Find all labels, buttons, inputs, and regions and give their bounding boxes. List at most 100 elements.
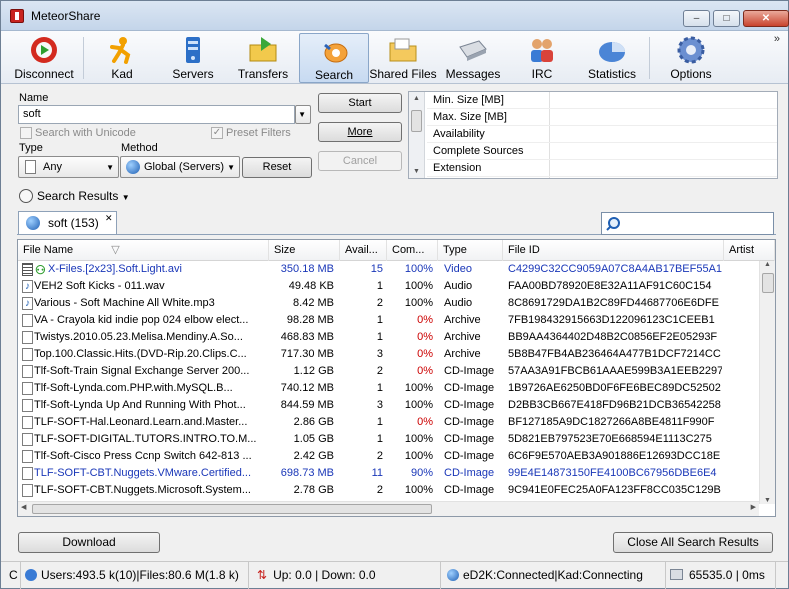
close-button[interactable]: ✕ <box>743 10 789 27</box>
toolbar-disconnect[interactable]: Disconnect <box>9 33 79 83</box>
chevron-down-icon: ▼ <box>227 163 235 172</box>
scroll-down-icon[interactable]: ▼ <box>413 168 420 175</box>
chevron-down-icon: ▼ <box>106 163 114 172</box>
toolbar-messages[interactable]: Messages <box>438 33 508 83</box>
toolbar-shared-files[interactable]: Shared Files <box>368 33 438 83</box>
table-row[interactable]: TLF-SOFT-CBT.Nuggets.VMware.Certified...… <box>18 465 759 482</box>
file-icon <box>22 382 33 395</box>
cell-type: CD-Image <box>444 416 495 428</box>
filter-label: Complete Sources <box>433 145 524 157</box>
column-header-availability[interactable]: Avail... <box>340 240 387 261</box>
toolbar-kad[interactable]: Kad <box>87 33 157 83</box>
type-select[interactable]: Any ▼ <box>18 156 119 178</box>
globe-icon <box>26 216 40 230</box>
search-name-input[interactable]: soft <box>18 105 295 124</box>
download-button[interactable]: Download <box>18 532 160 553</box>
window-title: MeteorShare <box>31 9 101 23</box>
name-history-dropdown[interactable]: ▼ <box>295 105 311 124</box>
table-row[interactable]: TLF-SOFT-CBT.Nuggets.Microsoft.System...… <box>18 482 759 499</box>
title-bar: MeteorShare – □ ✕ <box>1 1 789 31</box>
scroll-up-icon[interactable]: ▲ <box>413 95 420 102</box>
table-header: File Name ▽ Size Avail... Com... Type Fi… <box>18 240 775 261</box>
cell-comp: 100% <box>404 297 433 309</box>
column-header-complete[interactable]: Com... <box>387 240 438 261</box>
kad-icon <box>110 37 131 64</box>
table-row[interactable]: ⚇ X-Files.[2x23].Soft.Light.avi 350.18 MB 1… <box>18 261 759 278</box>
cell-comp: 100% <box>404 263 433 275</box>
table-row[interactable]: Twistys.2010.05.23.Melisa.Mendiny.A.So..… <box>18 329 759 346</box>
toolbar-irc[interactable]: IRC <box>507 33 577 83</box>
table-row[interactable]: TLF-SOFT-DIGITAL.TUTORS.INTRO.TO.M... 1.0… <box>18 431 759 448</box>
cell-size: 740.12 MB <box>280 382 334 394</box>
table-row[interactable]: ♪ Various - Soft Machine All White.mp3 8.4… <box>18 295 759 312</box>
table-row[interactable]: Tlf-Soft-Lynda Up And Running With Phot.… <box>18 397 759 414</box>
cell-id: 6C6F9E570AEB3A901886E12693DCC18E <box>508 450 721 462</box>
more-button[interactable]: More <box>318 122 402 142</box>
column-header-file-id[interactable]: File ID <box>503 240 724 261</box>
reset-button[interactable]: Reset <box>242 157 312 178</box>
close-all-results-button[interactable]: Close All Search Results <box>613 532 773 553</box>
toolbar-overflow-icon[interactable]: » <box>774 33 780 45</box>
status-bar: C Users:493.5 k(10)|Files:80.6 M(1.8 k) … <box>1 561 788 589</box>
search-results-table: File Name ▽ Size Avail... Com... Type Fi… <box>17 239 776 517</box>
unicode-checkbox[interactable] <box>20 127 32 139</box>
cell-name: TLF-SOFT-CBT.Nuggets.Microsoft.System... <box>34 484 251 496</box>
preset-filters-checkbox[interactable]: ✓ <box>211 127 223 139</box>
table-row[interactable]: Tlf-Soft-Train Signal Exchange Server 20… <box>18 363 759 380</box>
cell-name: Various - Soft Machine All White.mp3 <box>34 297 215 309</box>
close-tab-icon[interactable]: ✕ <box>105 213 113 224</box>
table-row[interactable]: Tlf-Soft-Cisco Press Ccnp Switch 642-813… <box>18 448 759 465</box>
column-header-type[interactable]: Type <box>438 240 503 261</box>
cell-size: 1.12 GB <box>293 365 334 377</box>
toolbar-search[interactable]: Search <box>299 33 369 83</box>
results-horizontal-scrollbar[interactable]: ◀ ▶ <box>18 501 759 516</box>
type-label: Type <box>19 142 43 154</box>
filter-row[interactable]: Min. Size [MB] <box>427 92 777 109</box>
status-transfer-rate: ⇅ Up: 0.0 | Down: 0.0 <box>249 562 441 589</box>
table-row[interactable]: Tlf-Soft-Lynda.com.PHP.with.MySQL.B... 74… <box>18 380 759 397</box>
scroll-right-icon[interactable]: ▶ <box>751 503 756 511</box>
table-row[interactable]: ♪ VEH2 Soft Kicks - 011.wav 49.48 KB 1 100% A… <box>18 278 759 295</box>
filters-scrollbar[interactable]: ▲ ▼ <box>409 92 425 178</box>
table-row[interactable]: VA - Crayola kid indie pop 024 elbow ele… <box>18 312 759 329</box>
scroll-thumb[interactable] <box>32 504 432 514</box>
cell-comp: 100% <box>404 399 433 411</box>
column-header-artist[interactable]: Artist <box>724 240 775 261</box>
scroll-thumb[interactable] <box>762 273 774 293</box>
toolbar-options[interactable]: Options <box>656 33 726 83</box>
cell-id: 7FB198432915663D122096123C1CEEB1 <box>508 314 715 326</box>
cell-comp: 100% <box>404 433 433 445</box>
method-select[interactable]: Global (Servers) ▼ <box>120 156 240 178</box>
results-vertical-scrollbar[interactable]: ▲ ▼ <box>759 261 775 504</box>
cell-avail: 2 <box>376 484 383 496</box>
network-globe-icon <box>447 569 459 581</box>
column-header-file-name[interactable]: File Name ▽ <box>18 240 269 261</box>
scroll-thumb[interactable] <box>411 110 422 132</box>
search-results-header[interactable]: Search Results ▼ <box>19 189 130 203</box>
tab-search-soft[interactable]: soft (153) ✕ <box>18 211 117 234</box>
cell-id: 99E4E14873150FE4100BC67956DBE6E4 <box>508 467 717 479</box>
table-row[interactable]: Top.100.Classic.Hits.(DVD-Rip.20.Clips.C… <box>18 346 759 363</box>
toolbar-statistics[interactable]: Statistics <box>577 33 647 83</box>
scroll-down-icon[interactable]: ▼ <box>764 497 771 504</box>
results-filter-input[interactable] <box>601 212 774 235</box>
toolbar-transfers[interactable]: Transfers <box>228 33 298 83</box>
start-button[interactable]: Start <box>318 93 402 113</box>
file-icon <box>22 433 33 446</box>
minimize-button[interactable]: – <box>683 10 710 27</box>
column-header-size[interactable]: Size <box>269 240 340 261</box>
cell-size: 698.73 MB <box>280 467 334 479</box>
filter-row[interactable]: Complete Sources <box>427 143 777 160</box>
cancel-button[interactable]: Cancel <box>318 151 402 171</box>
statistics-icon <box>599 42 625 62</box>
filter-row[interactable]: Max. Size [MB] <box>427 109 777 126</box>
scroll-up-icon[interactable]: ▲ <box>764 261 771 268</box>
scroll-left-icon[interactable]: ◀ <box>21 503 26 511</box>
toolbar-servers[interactable]: Servers <box>158 33 228 83</box>
filter-row[interactable]: Extension <box>427 160 777 177</box>
filter-row[interactable]: Availability <box>427 126 777 143</box>
status-users-files: Users:493.5 k(10)|Files:80.6 M(1.8 k) <box>21 562 249 589</box>
maximize-button[interactable]: □ <box>713 10 740 27</box>
table-row[interactable]: TLF-SOFT-Hal.Leonard.Learn.and.Master...… <box>18 414 759 431</box>
cell-comp: 100% <box>404 484 433 496</box>
